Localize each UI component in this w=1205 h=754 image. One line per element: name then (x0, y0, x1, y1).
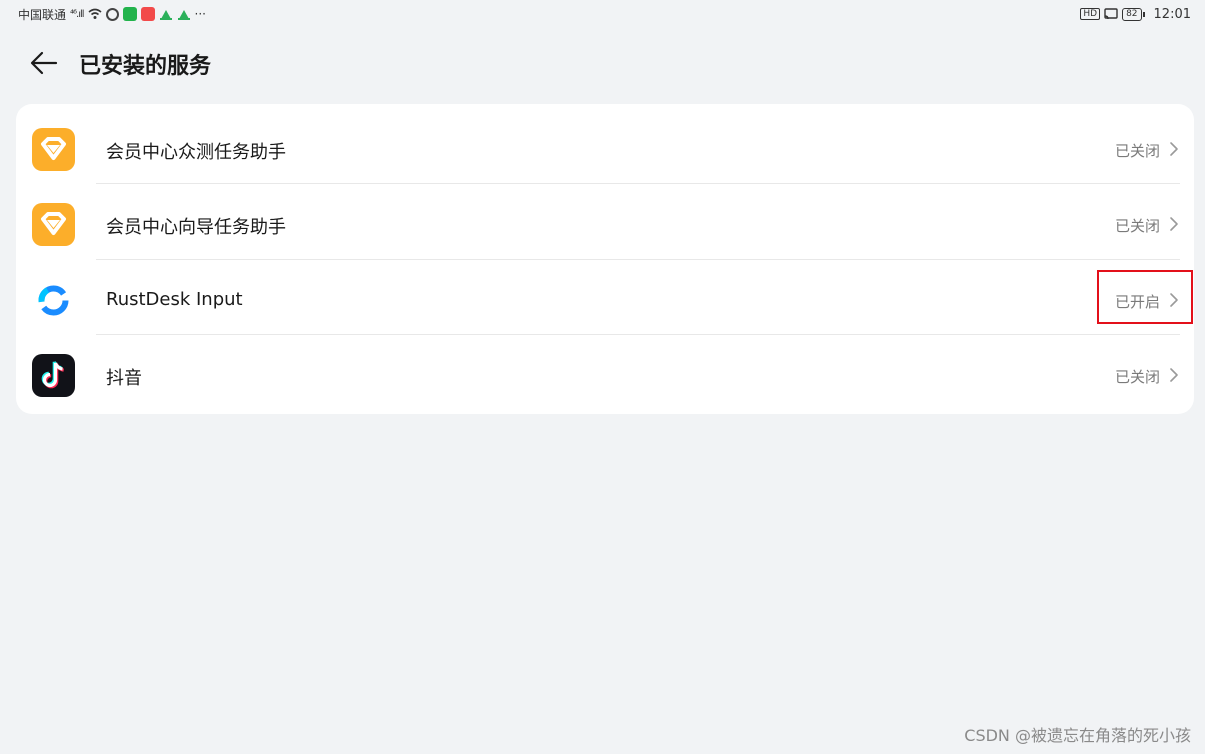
service-status: 已关闭 (1114, 368, 1160, 386)
chevron-right-icon (1170, 368, 1178, 382)
status-left: 中国联通 ⁴⁶.ıll ··· (18, 6, 206, 23)
rustdesk-icon (32, 279, 75, 322)
vip-diamond-icon (32, 203, 75, 246)
installed-services-list: 会员中心众测任务助手 已关闭 会员中心向导任务助手 已关闭 RustDesk I… (16, 104, 1194, 414)
chevron-right-icon (1170, 142, 1178, 156)
more-notifications-icon: ··· (194, 7, 206, 21)
cast-icon (1104, 8, 1118, 20)
service-name: 抖音 (106, 368, 142, 389)
vip-diamond-icon (32, 128, 75, 171)
sync-icon (105, 7, 119, 21)
service-name: RustDesk Input (106, 289, 243, 310)
app-notification-icon (159, 10, 172, 20)
highlight-annotation (1097, 270, 1193, 324)
chevron-right-icon (1170, 217, 1178, 231)
service-item-rustdesk-input[interactable]: RustDesk Input 已开启 (16, 259, 1194, 334)
watermark: CSDN @被遗忘在角落的死小孩 (964, 726, 1191, 745)
hd-icon: HD (1080, 8, 1101, 20)
douyin-icon (32, 354, 75, 397)
app-notification-icon (140, 7, 155, 21)
service-name: 会员中心向导任务助手 (106, 217, 286, 238)
app-notification-icon (122, 7, 137, 21)
status-bar: 中国联通 ⁴⁶.ıll ··· HD 82 12:01 (0, 0, 1205, 28)
service-status: 已关闭 (1114, 142, 1160, 160)
status-right: HD 82 12:01 (1080, 7, 1191, 22)
back-arrow-icon[interactable] (26, 48, 62, 78)
service-item-vip-guide[interactable]: 会员中心向导任务助手 已关闭 (16, 183, 1194, 258)
clock: 12:01 (1153, 6, 1191, 22)
service-name: 会员中心众测任务助手 (106, 142, 286, 163)
carrier-label: 中国联通 (18, 7, 67, 22)
signal-icon: ⁴⁶.ıll (70, 8, 84, 20)
wifi-icon (88, 8, 102, 19)
service-item-vip-crowdtest[interactable]: 会员中心众测任务助手 已关闭 (16, 108, 1194, 183)
service-item-douyin[interactable]: 抖音 已关闭 (16, 334, 1194, 409)
battery-icon: 82 (1122, 7, 1146, 21)
page-title: 已安装的服务 (79, 54, 212, 79)
service-status: 已关闭 (1114, 217, 1160, 235)
app-notification-icon (177, 10, 190, 20)
